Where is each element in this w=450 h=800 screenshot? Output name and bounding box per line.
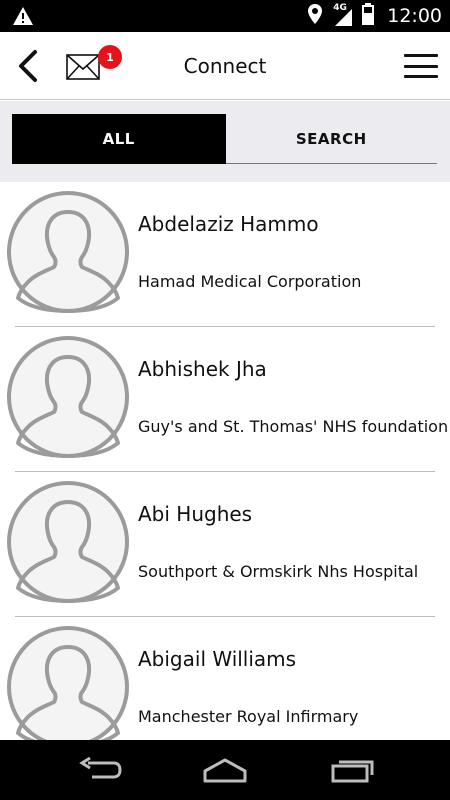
avatar-placeholder-icon [7,626,129,740]
list-item[interactable]: Abdelaziz Hammo Hamad Medical Corporatio… [0,182,450,327]
system-back-button[interactable] [75,754,125,786]
back-arrow-icon [19,50,37,82]
location-icon [307,3,323,29]
avatar-placeholder-icon [7,336,129,458]
recents-nav-icon [331,760,374,783]
system-nav-bar [0,740,450,800]
back-nav-icon [79,757,122,779]
contact-list: Abdelaziz Hammo Hamad Medical Corporatio… [0,182,450,740]
list-item[interactable]: Abi Hughes Southport & Ormskirk Nhs Hosp… [0,472,450,617]
app-bar: Connect [0,32,450,100]
warning-icon [12,6,34,30]
home-nav-icon [203,758,247,783]
contact-organization: Guy's and St. Thomas' NHS foundation [138,417,449,436]
tab-bar: ALL SEARCH [12,114,437,164]
hamburger-menu-icon [404,54,438,57]
status-bar: 4G 12:00 [0,0,450,32]
back-button[interactable] [8,46,48,86]
signal-icon: 4G [331,3,353,27]
page-title: Connect [183,54,267,78]
envelope-icon [66,54,100,80]
avatar-placeholder-icon [7,191,129,313]
status-time: 12:00 [387,5,442,27]
contact-organization: Southport & Ormskirk Nhs Hospital [138,562,419,581]
avatar-placeholder-icon [7,481,129,603]
contact-name: Abdelaziz Hammo [138,212,319,236]
battery-icon [361,2,375,30]
tab-search[interactable]: SEARCH [225,114,437,164]
system-recents-button[interactable] [328,754,378,786]
notification-badge: 1 [98,45,122,69]
contact-name: Abi Hughes [138,502,253,526]
tab-all[interactable]: ALL [12,114,226,164]
contact-name: Abhishek Jha [138,357,267,381]
system-home-button[interactable] [200,754,250,786]
list-item[interactable]: Abigail Williams Manchester Royal Infirm… [0,617,450,740]
hamburger-line [404,64,438,68]
hamburger-line [404,75,438,78]
menu-button[interactable] [404,52,438,80]
tabs-area: ALL SEARCH [0,101,450,182]
contact-organization: Hamad Medical Corporation [138,272,362,291]
contact-organization: Manchester Royal Infirmary [138,707,359,726]
list-item[interactable]: Abhishek Jha Guy's and St. Thomas' NHS f… [0,327,450,472]
contact-name: Abigail Williams [138,647,297,671]
